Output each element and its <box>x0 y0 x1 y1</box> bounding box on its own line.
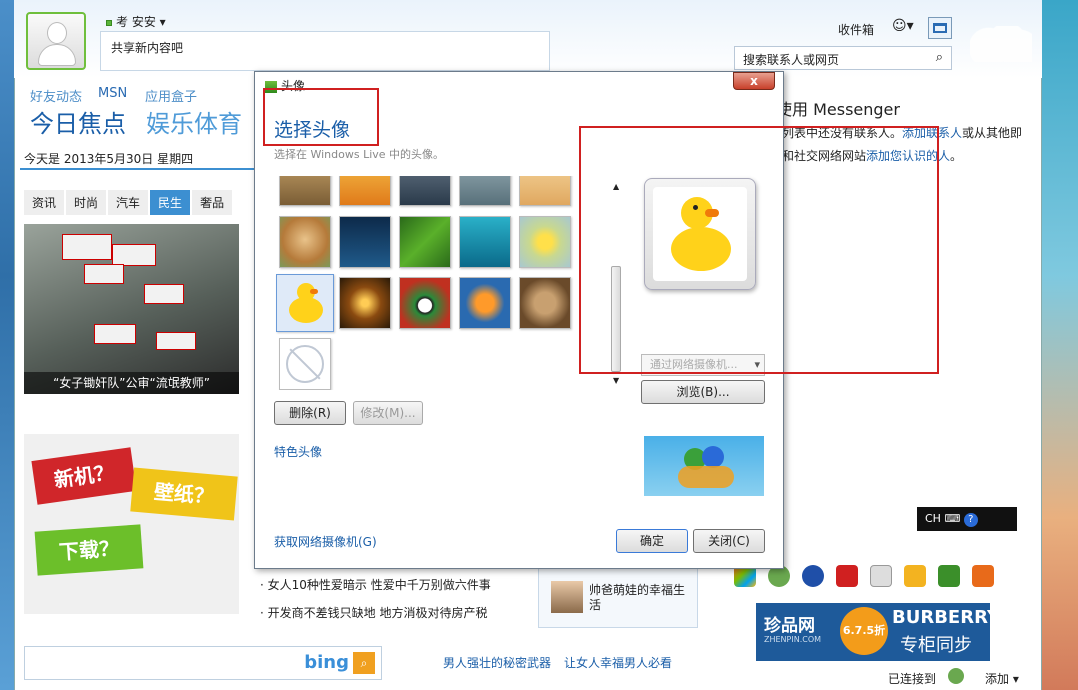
sun-avatar[interactable] <box>519 216 571 268</box>
category-tab-active[interactable]: 民生 <box>150 190 191 215</box>
ad-tag-wallpaper: 壁纸？ <box>130 467 238 521</box>
water-avatar[interactable] <box>459 216 511 268</box>
ad-tag-download: 下载？ <box>34 524 144 576</box>
date-line: 今天是 2013年5月30日 星期四 <box>24 152 194 166</box>
medical-icon[interactable] <box>870 565 892 587</box>
contacts-icon[interactable] <box>948 668 964 684</box>
weather-cloud-icon <box>970 26 1032 62</box>
news-item[interactable]: · 开发商不差钱只缺地 地方消极对待房产税 <box>260 604 487 621</box>
add-menu[interactable]: 添加 ▾ <box>985 670 1019 687</box>
category-tab[interactable]: 资讯 <box>24 190 65 215</box>
category-tab[interactable]: 奢品 <box>192 190 233 215</box>
contact-search-input[interactable]: 搜索联系人或网页 ⌕ <box>734 46 952 70</box>
banner-site-en: ZHENPIN.COM <box>764 635 822 644</box>
highlight-box-preview <box>579 126 939 374</box>
box-icon[interactable] <box>972 565 994 587</box>
ad-tag-phone: 新机？ <box>31 447 137 505</box>
dialog-close-icon[interactable]: x <box>733 72 775 90</box>
city-night-avatar[interactable] <box>339 216 391 268</box>
soccer-avatar[interactable] <box>399 277 451 329</box>
search-icon[interactable]: ⌕ <box>936 50 943 65</box>
user-avatar[interactable] <box>26 12 86 70</box>
star-icon[interactable] <box>904 565 926 587</box>
messenger-logo-image <box>644 436 764 496</box>
news-photo[interactable]: “女子锄奸队”公审“流氓教师” <box>24 224 239 394</box>
duck-avatar-selected[interactable] <box>276 274 334 332</box>
bottom-link-1[interactable]: 男人强壮的秘密武器 <box>443 654 551 671</box>
divider <box>20 168 254 170</box>
bing-logo: bing <box>304 652 349 673</box>
scroll-down-icon[interactable]: ▼ <box>613 376 619 385</box>
news-item[interactable]: · 女人10种性爱暗示 性爱中千万别做六件事 <box>260 576 491 593</box>
goldfish-avatar[interactable] <box>459 277 511 329</box>
bottom-link-2[interactable]: 让女人幸福男人必看 <box>564 654 672 671</box>
banner-site: 珍品网 <box>764 616 815 636</box>
share-placeholder: 共享新内容吧 <box>111 41 184 55</box>
window-layout-icon[interactable] <box>928 17 952 39</box>
delete-button[interactable]: 删除(R) <box>274 401 346 425</box>
sparkle-avatar[interactable] <box>339 277 391 329</box>
banner-slogan: 专柜同步 <box>900 635 972 656</box>
english-icon[interactable] <box>802 565 824 587</box>
category-tabs: 资讯 时尚 汽车 民生 奢品 <box>24 190 234 215</box>
leaf-avatar[interactable] <box>399 216 451 268</box>
zhenpin-ad-banner[interactable]: 珍品网 ZHENPIN.COM 6.7.5折 BURBERRY 专柜同步 <box>756 603 1000 661</box>
news-item-text: 开发商不差钱只缺地 地方消极对待房产税 <box>267 606 488 620</box>
side-news-text: 帅爸萌娃的幸福生活 <box>589 583 686 612</box>
info-text: 或从其他即 <box>962 126 1023 140</box>
category-tab[interactable]: 时尚 <box>66 190 107 215</box>
profile-name-text: 考 安安 <box>116 15 156 29</box>
special-avatar-link[interactable]: 特色头像 <box>274 443 322 460</box>
headline-sports[interactable]: 娱乐体育 <box>146 104 242 139</box>
tab-apps[interactable]: 应用盒子 <box>145 86 197 105</box>
lang-indicator: CH <box>925 512 941 525</box>
search-placeholder: 搜索联系人或网页 <box>743 53 840 67</box>
get-webcam-link[interactable]: 获取网络摄像机(G) <box>274 533 377 550</box>
side-news-card[interactable]: 帅爸萌娃的幸福生活 <box>538 568 698 628</box>
add-label: 添加 <box>985 672 1010 686</box>
messenger-title: 使用 Messenger <box>776 100 900 119</box>
bing-search-input[interactable]: bing ⌕ <box>24 646 382 680</box>
avatar-grid <box>274 176 574 390</box>
desktop-right-edge <box>1042 0 1078 690</box>
side-news-thumbnail <box>551 581 583 613</box>
car-icon[interactable] <box>836 565 858 587</box>
info-text: 。 <box>950 149 963 163</box>
headline-focus[interactable]: 今日焦点 <box>30 104 126 139</box>
browse-button[interactable]: 浏览(B)... <box>641 380 765 404</box>
close-button[interactable]: 关闭(C) <box>693 529 765 553</box>
banner-brand: BURBERRY <box>892 607 1000 628</box>
no-avatar[interactable] <box>279 338 331 390</box>
avatar-thumbnail[interactable] <box>519 176 571 206</box>
avatar-thumbnail[interactable] <box>399 176 451 206</box>
help-icon[interactable]: ? <box>963 513 978 527</box>
avatar-thumbnail[interactable] <box>339 176 391 206</box>
desktop-left-edge <box>0 0 14 690</box>
cat-avatar[interactable] <box>519 277 571 329</box>
online-status-icon <box>106 19 112 26</box>
news-item-text: 女人10种性爱暗示 性爱中千万别做六件事 <box>267 578 491 592</box>
avatar-thumbnail[interactable] <box>279 176 331 206</box>
profile-name[interactable]: 考 安安 ▾ <box>106 13 166 30</box>
tab-friends-updates[interactable]: 好友动态 <box>30 86 82 105</box>
banner-discount: 6.7.5折 <box>840 607 888 655</box>
avatar-thumbnail[interactable] <box>459 176 511 206</box>
ad-banner[interactable]: 新机？ 壁纸？ 下载？ <box>24 434 239 614</box>
highlight-box-heading <box>263 88 379 146</box>
share-input[interactable]: 共享新内容吧 <box>100 31 550 71</box>
dialog-subheading: 选择在 Windows Live 中的头像。 <box>274 148 445 161</box>
tab-msn[interactable]: MSN <box>98 86 127 101</box>
status-menu-icon[interactable]: ☺▾ <box>892 18 920 38</box>
connection-status: 已连接到 <box>888 672 937 686</box>
category-tab[interactable]: 汽车 <box>108 190 149 215</box>
photo-caption: “女子锄奸队”公审“流氓教师” <box>24 372 239 394</box>
language-bar[interactable]: CH ⌨ ? <box>917 507 1017 531</box>
modify-button[interactable]: 修改(M)... <box>353 401 423 425</box>
bing-search-icon[interactable]: ⌕ <box>353 652 375 674</box>
inbox-link[interactable]: 收件箱 <box>838 21 874 38</box>
dog-avatar[interactable] <box>279 216 331 268</box>
ok-button[interactable]: 确定 <box>616 529 688 553</box>
plant-icon[interactable] <box>938 565 960 587</box>
